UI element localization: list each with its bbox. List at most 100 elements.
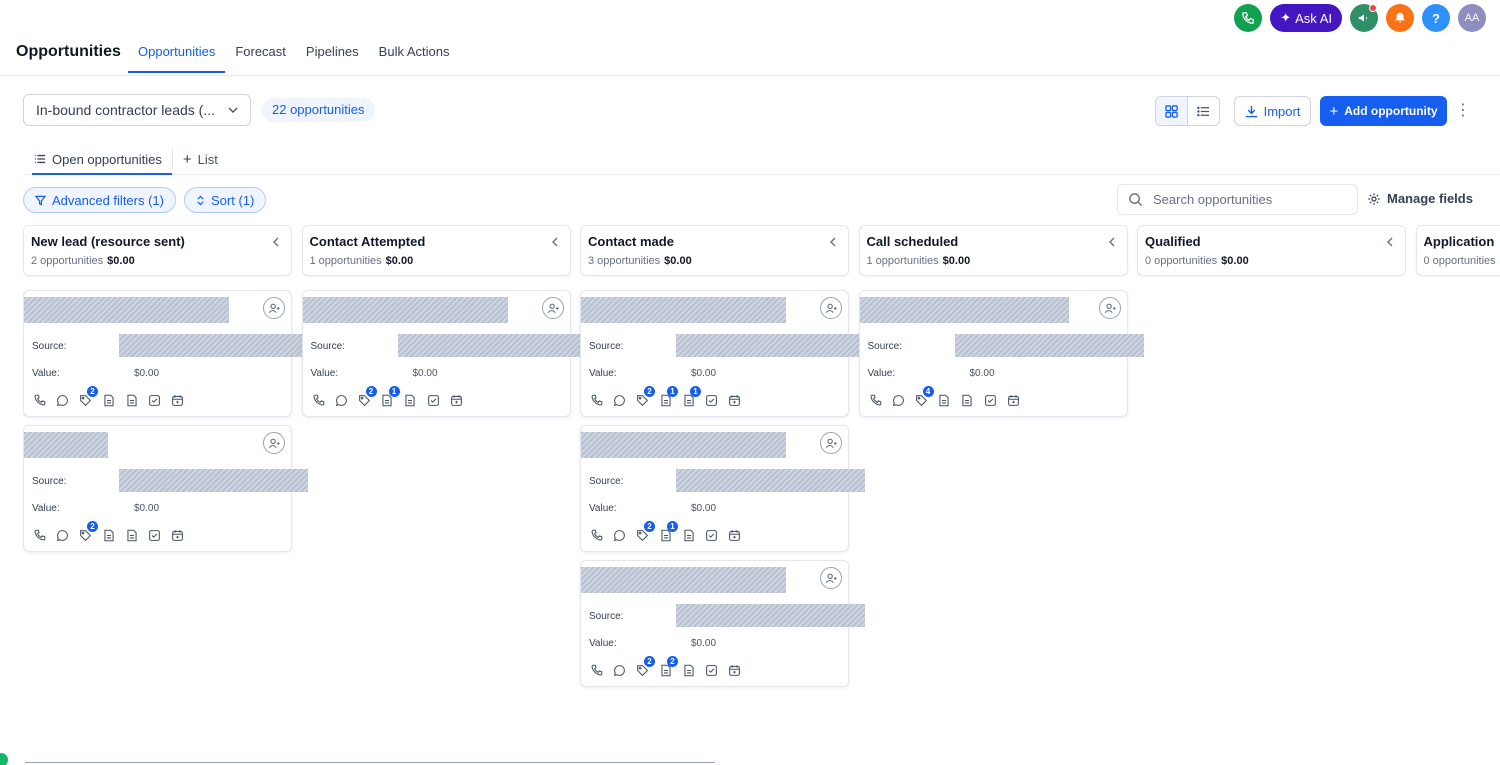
task-icon[interactable] [426,393,441,408]
note-icon[interactable] [101,528,116,543]
document-icon[interactable] [960,393,975,408]
calendar-icon[interactable] [170,393,185,408]
note-icon[interactable]: 1 [380,386,400,408]
opportunity-card[interactable]: Source: Value: $0.00 2 1 [580,425,865,552]
notifications-button[interactable] [1386,4,1414,32]
tag-icon[interactable]: 2 [78,386,98,408]
opportunity-card[interactable]: Source: Value: $0.00 4 [858,290,1144,417]
tag-icon[interactable]: 2 [635,521,655,543]
collapse-column-icon[interactable] [551,235,559,250]
document-icon[interactable] [681,528,696,543]
pipeline-select[interactable]: In-bound contractor leads (... [23,94,251,126]
tab-pipelines[interactable]: Pipelines [296,36,369,74]
document-icon[interactable] [124,528,139,543]
task-icon[interactable] [147,528,162,543]
opportunity-card[interactable]: Source: Value: $0.00 2 2 [580,560,865,687]
task-icon[interactable] [704,393,719,408]
user-avatar[interactable]: AA [1458,4,1486,32]
chat-icon[interactable] [612,393,627,408]
collapse-column-icon[interactable] [829,235,837,250]
chat-icon[interactable] [891,393,906,408]
add-opportunity-button[interactable]: + Add opportunity [1320,96,1447,126]
announcements-button[interactable] [1350,4,1378,32]
chat-icon[interactable] [612,663,627,678]
redacted-source [954,334,1144,357]
note-icon[interactable] [101,393,116,408]
tab-opportunities[interactable]: Opportunities [128,36,226,74]
task-icon[interactable] [983,393,998,408]
collapse-column-icon[interactable] [272,235,280,250]
document-icon[interactable] [124,393,139,408]
call-icon[interactable] [589,663,604,678]
chat-icon[interactable] [612,528,627,543]
assign-user-icon[interactable] [541,297,564,319]
calendar-icon[interactable] [449,393,464,408]
grid-icon [1165,104,1178,118]
column-summary: 0 opportunities$0.00 [1145,255,1398,267]
card-actions: 2 [32,386,185,408]
count-badge: 2 [644,521,655,532]
document-icon[interactable] [681,663,696,678]
calendar-icon[interactable] [727,393,742,408]
card-actions: 22 [589,656,742,678]
ask-ai-button[interactable]: ✦ Ask AI [1270,4,1342,32]
assign-user-icon[interactable] [820,297,842,319]
opportunity-card[interactable]: Source: Value: $0.00 2 1 [301,290,587,417]
tab-open-opportunities[interactable]: Open opportunities [24,144,172,175]
column-title: Contact Attempted [309,234,426,249]
chat-icon[interactable] [55,528,70,543]
help-button[interactable]: ? [1422,4,1450,32]
tag-icon[interactable]: 2 [78,521,98,543]
assign-user-icon[interactable] [1098,297,1121,319]
assign-user-icon[interactable] [820,567,842,589]
assign-user-icon[interactable] [820,432,842,454]
import-button[interactable]: Import [1234,96,1311,126]
note-icon[interactable] [937,393,952,408]
task-icon[interactable] [704,528,719,543]
document-icon[interactable] [403,393,418,408]
call-icon[interactable] [868,393,883,408]
assign-user-icon[interactable] [263,297,285,319]
task-icon[interactable] [147,393,162,408]
assign-user-icon[interactable] [263,432,285,454]
call-icon[interactable] [32,393,47,408]
horizontal-scrollbar[interactable] [25,762,715,763]
call-icon[interactable] [32,528,47,543]
opportunity-card[interactable]: Source: Value: $0.00 2 [23,425,308,552]
note-icon[interactable]: 1 [658,521,678,543]
tag-icon[interactable]: 2 [635,656,655,678]
tag-icon[interactable]: 4 [914,386,934,408]
tag-icon[interactable]: 2 [635,386,655,408]
opportunity-card[interactable]: Source: Value: $0.00 2 1 1 [580,290,865,417]
calendar-icon[interactable] [727,663,742,678]
collapse-column-icon[interactable] [1386,235,1394,250]
add-list-button[interactable]: + List [173,144,228,174]
chat-icon[interactable] [334,393,349,408]
call-icon[interactable] [589,393,604,408]
opportunity-card[interactable]: Source: Value: $0.00 2 [23,290,308,417]
board-view-button[interactable] [1156,97,1188,125]
advanced-filters-button[interactable]: Advanced filters (1) [23,187,176,213]
call-icon[interactable] [311,393,326,408]
tab-forecast[interactable]: Forecast [225,36,296,74]
document-icon[interactable]: 1 [681,386,701,408]
call-icon[interactable] [589,528,604,543]
collapse-column-icon[interactable] [1108,235,1116,250]
source-label: Source: [867,341,902,352]
calendar-icon[interactable] [727,528,742,543]
calendar-icon[interactable] [1006,393,1021,408]
note-icon[interactable]: 2 [658,656,678,678]
tab-bulk-actions[interactable]: Bulk Actions [369,36,460,74]
sort-button[interactable]: Sort (1) [184,187,267,213]
search-input[interactable] [1153,192,1333,207]
list-view-button[interactable] [1188,97,1219,125]
chat-icon[interactable] [55,393,70,408]
phone-button[interactable] [1234,4,1263,32]
note-icon[interactable]: 1 [658,386,678,408]
manage-fields-button[interactable]: Manage fields [1367,191,1473,206]
task-icon[interactable] [704,663,719,678]
tag-icon[interactable]: 2 [357,386,377,408]
count-badge: 1 [667,521,678,532]
more-options-icon[interactable]: ⋮ [1455,100,1471,122]
calendar-icon[interactable] [170,528,185,543]
